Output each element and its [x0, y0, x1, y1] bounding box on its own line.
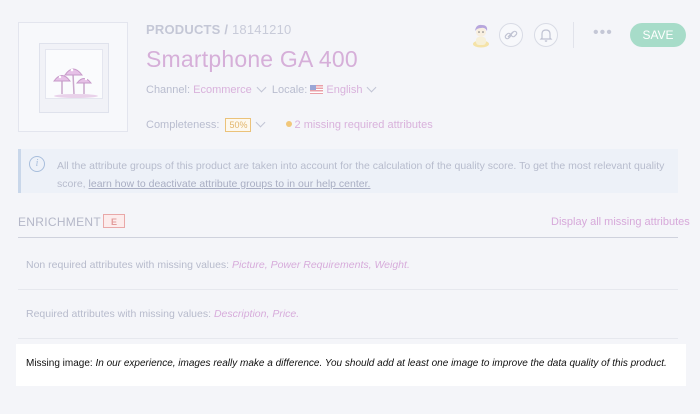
- required-missing-row: Required attributes with missing values:…: [26, 308, 299, 320]
- missing-image-panel: Missing image: In our experience, images…: [16, 344, 686, 386]
- product-thumbnail[interactable]: [18, 22, 128, 132]
- thumbnail-frame: [39, 43, 109, 113]
- missing-image-text: Missing image: In our experience, images…: [26, 358, 667, 369]
- display-all-missing-link[interactable]: Display all missing attributes: [551, 216, 690, 228]
- section-divider: [18, 237, 678, 238]
- enrichment-grade-badge: E: [103, 214, 125, 228]
- missing-attributes-link[interactable]: 2 missing required attributes: [295, 119, 433, 131]
- page-title: Smartphone GA 400: [146, 46, 358, 72]
- attribute-link-power-requirements[interactable]: Power Requirements,: [271, 259, 372, 271]
- row-divider: [18, 338, 678, 339]
- help-center-link[interactable]: learn how to deactivate attribute groups…: [89, 178, 371, 190]
- more-options-button[interactable]: •••: [593, 24, 613, 42]
- locale-label: Locale:: [271, 84, 308, 96]
- locale-selector[interactable]: English: [326, 84, 362, 96]
- breadcrumb-section[interactable]: PRODUCTS: [146, 22, 221, 37]
- row-divider: [18, 289, 678, 290]
- channel-selector[interactable]: Ecommerce: [193, 84, 252, 96]
- breadcrumb: PRODUCTS / 18141210: [146, 22, 291, 37]
- missing-image-message: In our experience, images really make a …: [95, 358, 667, 369]
- attribute-link-description[interactable]: Description,: [214, 308, 269, 320]
- breadcrumb-separator: /: [220, 22, 232, 37]
- notifications-button[interactable]: [534, 23, 558, 47]
- required-label: Required attributes with missing values:: [26, 308, 212, 320]
- completeness-label: Completeness:: [146, 119, 220, 131]
- info-banner: i All the attribute groups of this produ…: [18, 149, 678, 193]
- completeness-chevron-down-icon[interactable]: [256, 117, 266, 128]
- context-switchers: Channel: Ecommerce Locale: English: [146, 82, 379, 96]
- attribute-link-picture[interactable]: Picture,: [232, 259, 268, 271]
- locale-chevron-down-icon[interactable]: [367, 82, 377, 93]
- mushroom-illustration-icon: [53, 68, 98, 98]
- info-banner-text: All the attribute groups of this product…: [57, 157, 677, 193]
- missing-image-label: Missing image:: [26, 358, 93, 369]
- user-avatar[interactable]: [470, 22, 492, 48]
- channel-chevron-down-icon[interactable]: [256, 82, 267, 93]
- save-button[interactable]: SAVE: [630, 23, 686, 47]
- non-required-label: Non required attributes with missing val…: [26, 259, 230, 271]
- link-icon: [504, 30, 518, 40]
- attribute-link-weight[interactable]: Weight.: [374, 259, 409, 271]
- thumbnail-canvas: [45, 49, 103, 99]
- us-flag-icon: [310, 85, 324, 94]
- non-required-missing-row: Non required attributes with missing val…: [26, 259, 410, 271]
- breadcrumb-product-id: 18141210: [232, 22, 292, 37]
- link-button[interactable]: [499, 23, 523, 47]
- toolbar-divider: [573, 22, 574, 48]
- info-icon: i: [29, 156, 45, 172]
- channel-label: Channel:: [146, 84, 191, 96]
- bell-icon: [539, 29, 553, 42]
- warning-dot-icon: [285, 121, 292, 127]
- completeness-badge[interactable]: 50%: [225, 118, 252, 132]
- attribute-link-price[interactable]: Price.: [272, 308, 299, 320]
- completeness-line: Completeness: 50% 2 missing required att…: [146, 117, 433, 132]
- enrichment-section-title: ENRICHMENT: [18, 215, 101, 229]
